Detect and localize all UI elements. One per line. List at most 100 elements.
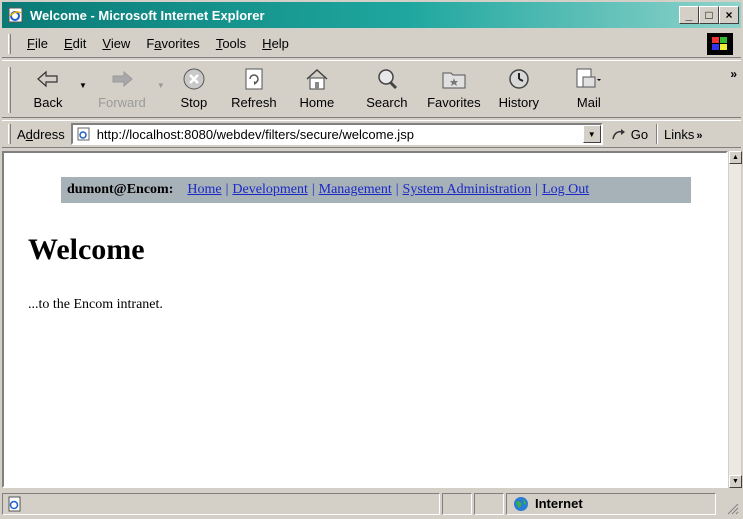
windows-logo-icon: [707, 33, 733, 55]
status-progress-pane: [442, 492, 472, 515]
menu-help-label: elp: [271, 36, 289, 51]
favorites-label: Favorites: [427, 95, 481, 110]
resize-grip-icon[interactable]: [727, 503, 739, 515]
mail-icon: [575, 65, 603, 93]
scroll-down-icon[interactable]: ▼: [729, 475, 742, 488]
mail-button[interactable]: Mail: [565, 61, 613, 117]
menu-file[interactable]: File: [19, 36, 56, 51]
title-bar[interactable]: Welcome - Microsoft Internet Explorer _ …: [2, 2, 741, 28]
menu-help[interactable]: Help: [254, 36, 297, 51]
address-label: Address: [17, 127, 65, 142]
address-url: http://localhost:8080/webdev/filters/sec…: [96, 126, 414, 142]
favorites-button[interactable]: Favorites: [419, 61, 489, 117]
nav-link-management[interactable]: Management: [319, 182, 392, 198]
menu-tools-label: ools: [222, 36, 247, 51]
status-main-pane: [2, 492, 440, 515]
refresh-button[interactable]: Refresh: [221, 61, 287, 117]
address-grip[interactable]: [8, 124, 11, 144]
nav-link-development[interactable]: Development: [232, 182, 307, 198]
menu-file-accel: F: [27, 36, 35, 51]
status-zone-pane: Internet: [506, 492, 716, 515]
links-button[interactable]: Links»: [664, 127, 702, 142]
home-button[interactable]: Home: [287, 61, 347, 117]
back-arrow-icon: [36, 65, 60, 93]
refresh-icon: [243, 65, 265, 93]
status-security-pane: [474, 492, 504, 515]
forward-button[interactable]: Forward: [89, 61, 155, 117]
go-arrow-icon: [611, 129, 625, 140]
page-content: dumont@Encom: Home | Development | Manag…: [2, 151, 728, 488]
menu-edit[interactable]: Edit: [56, 36, 94, 51]
menu-view-label: iew: [110, 36, 131, 51]
maximize-button[interactable]: □: [699, 6, 719, 24]
menu-favorites-accel: a: [154, 36, 162, 51]
home-label: Home: [299, 95, 335, 110]
vertical-scrollbar[interactable]: ▲ ▼: [728, 151, 742, 488]
menu-grip[interactable]: [8, 33, 11, 54]
toolbar-grip[interactable]: [8, 67, 11, 113]
stop-button[interactable]: Stop: [167, 61, 221, 117]
menu-bar: File Edit View Favorites Tools Help: [2, 30, 741, 58]
menu-view[interactable]: View: [94, 36, 138, 51]
page-icon: [77, 127, 90, 141]
ie-page-icon: [8, 7, 23, 23]
go-label: Go: [630, 126, 649, 142]
zone-label: Internet: [535, 496, 583, 511]
nav-link-system-administration[interactable]: System Administration: [403, 182, 532, 198]
menu-view-accel: V: [102, 36, 111, 51]
mail-label: Mail: [576, 95, 601, 110]
favorites-folder-icon: [441, 65, 467, 93]
menu-tools[interactable]: Tools: [208, 36, 254, 51]
site-nav-bar: dumont@Encom: Home | Development | Manag…: [61, 177, 691, 203]
home-icon: [304, 65, 330, 93]
standard-toolbar: Back ▼ Forward ▼ Stop Refresh Home Searc…: [2, 60, 741, 118]
current-user: dumont@Encom:: [67, 182, 174, 197]
history-label: History: [498, 95, 540, 110]
window-title: Welcome - Microsoft Internet Explorer: [30, 7, 265, 23]
menu-edit-label: dit: [72, 36, 87, 51]
links-separator: [656, 124, 659, 144]
page-body-text: ...to the Encom intranet.: [28, 297, 163, 312]
address-label-pre: A: [17, 126, 26, 142]
address-input[interactable]: http://localhost:8080/webdev/filters/sec…: [70, 123, 603, 145]
refresh-label: Refresh: [231, 95, 277, 110]
forward-label: Forward: [98, 95, 146, 110]
links-overflow-icon: »: [696, 129, 703, 142]
search-label: Search: [366, 95, 408, 110]
back-button[interactable]: Back: [19, 61, 77, 117]
nav-link-log-out[interactable]: Log Out: [542, 182, 589, 198]
back-dropdown-icon[interactable]: ▼: [79, 81, 87, 90]
nav-separator: |: [395, 182, 399, 197]
menu-edit-accel: E: [63, 36, 73, 51]
close-button[interactable]: ×: [719, 6, 739, 24]
browser-window: Welcome - Microsoft Internet Explorer _ …: [0, 0, 743, 519]
nav-separator: |: [311, 182, 315, 197]
status-page-icon: [8, 496, 21, 511]
history-button[interactable]: History: [489, 61, 549, 117]
address-label-accel: d: [25, 126, 33, 142]
menu-favorites[interactable]: Favorites: [138, 36, 207, 51]
nav-link-home[interactable]: Home: [187, 182, 221, 198]
forward-arrow-icon: [110, 65, 134, 93]
scroll-up-icon[interactable]: ▲: [729, 151, 742, 164]
address-dropdown-icon[interactable]: ▼: [582, 125, 601, 143]
search-button[interactable]: Search: [355, 61, 419, 117]
status-bar: Internet: [2, 490, 741, 517]
internet-globe-icon: [514, 496, 528, 511]
search-icon: [375, 65, 399, 93]
stop-label: Stop: [180, 95, 208, 110]
back-label: Back: [33, 95, 63, 110]
toolbar-overflow-icon[interactable]: »: [730, 67, 737, 81]
menu-help-accel: H: [262, 36, 272, 51]
address-bar: Address http://localhost:8080/webdev/fil…: [2, 120, 741, 148]
links-label: Links: [664, 126, 695, 142]
history-clock-icon: [507, 65, 531, 93]
nav-separator: |: [225, 182, 229, 197]
stop-icon: [182, 65, 206, 93]
forward-dropdown-icon[interactable]: ▼: [157, 81, 165, 90]
menu-favorites-label: vorites: [161, 36, 200, 51]
minimize-button[interactable]: _: [679, 6, 699, 24]
go-button[interactable]: Go: [611, 127, 648, 142]
menu-file-label: ile: [34, 36, 48, 51]
address-label-rest: dress: [32, 126, 65, 142]
